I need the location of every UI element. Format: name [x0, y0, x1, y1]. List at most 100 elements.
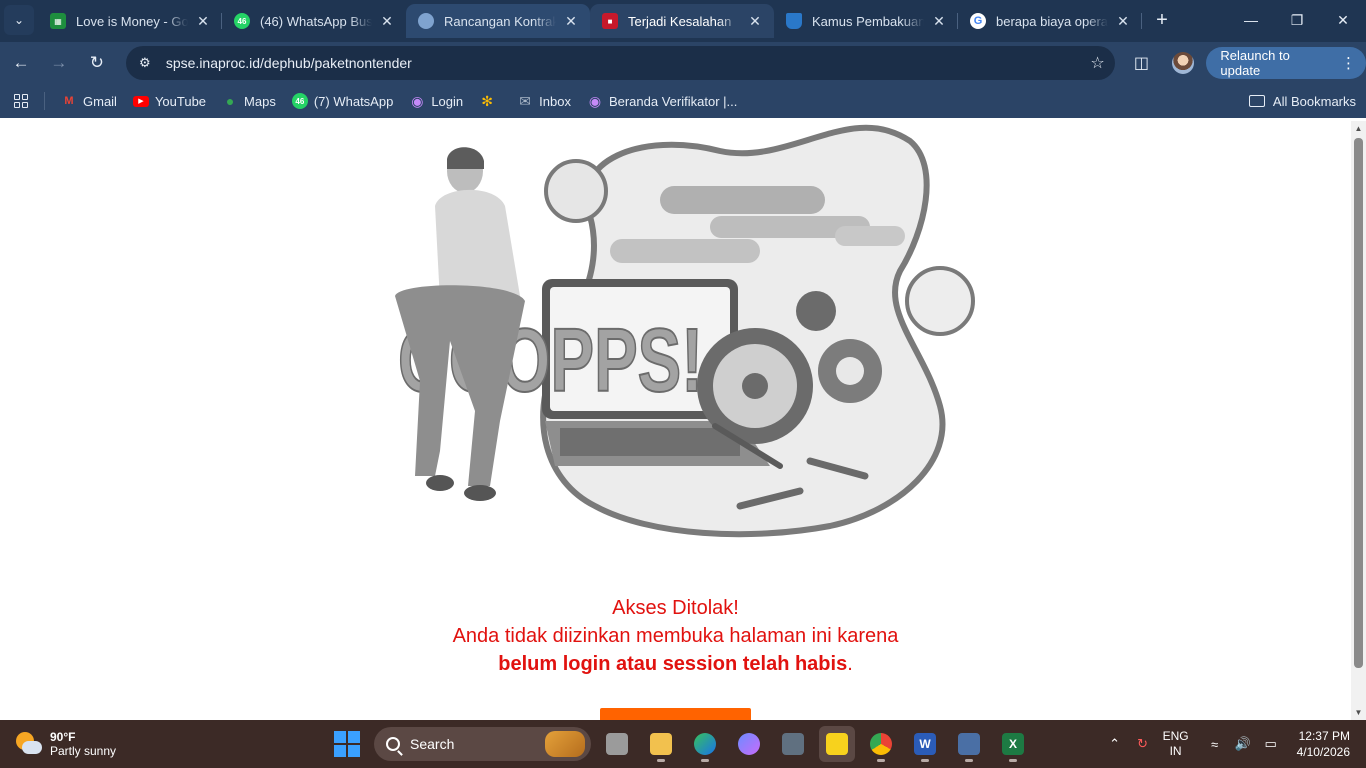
minimize-icon: —	[1244, 12, 1258, 28]
forward-button[interactable]: →	[42, 46, 76, 80]
tab-whatsapp-business[interactable]: 46 (46) WhatsApp Busin ✕	[222, 4, 406, 38]
copilot-button[interactable]	[731, 726, 767, 762]
sync-icon[interactable]: ↻	[1129, 736, 1157, 752]
close-icon[interactable]: ✕	[746, 12, 764, 30]
search-highlight-icon	[545, 731, 585, 757]
sentence-end: .	[847, 653, 853, 675]
scroll-down-icon[interactable]: ▼	[1351, 705, 1366, 720]
login-button[interactable]	[600, 708, 751, 720]
close-icon[interactable]: ✕	[562, 12, 580, 30]
book-icon	[786, 13, 802, 29]
access-denied-reason: Anda tidak diizinkan membuka halaman ini…	[452, 625, 899, 647]
person-shoe	[426, 475, 454, 491]
tab-rancangan-kontrak[interactable]: Rancangan Kontrak P ✕	[406, 4, 590, 38]
volume-icon[interactable]: 🔊	[1229, 736, 1257, 752]
edge-icon	[694, 733, 716, 755]
excel-icon: X	[1002, 733, 1024, 755]
bookmark-star-icon[interactable]: ☆	[1081, 53, 1115, 73]
scroll-up-icon[interactable]: ▲	[1351, 121, 1366, 136]
tab-love-is-money[interactable]: ▦ Love is Money - Goo ✕	[38, 4, 222, 38]
bookmark-beranda-verifikator[interactable]: ◉ Beranda Verifikator |...	[579, 87, 745, 115]
globe-icon: ◉	[411, 92, 424, 109]
gear-icon	[796, 291, 836, 331]
bookmark-inbox[interactable]: ✉ Inbox	[509, 87, 579, 115]
apps-button[interactable]	[6, 87, 36, 115]
tab-title: Love is Money - Goo	[76, 13, 188, 29]
bookmark-gmail[interactable]: M Gmail	[53, 87, 125, 115]
address-bar[interactable]: ⚙ spse.inaproc.id/dephub/paketnontender …	[125, 46, 1115, 80]
close-icon[interactable]: ✕	[194, 12, 212, 30]
scroll-thumb[interactable]	[1354, 138, 1363, 668]
tab-terjadi-kesalahan[interactable]: ■ Terjadi Kesalahan ✕	[590, 4, 774, 38]
clock-time: 12:37 PM	[1298, 729, 1350, 743]
profile-avatar[interactable]	[1172, 52, 1195, 74]
reload-button[interactable]: ↻	[80, 46, 114, 80]
all-bookmarks-button[interactable]: All Bookmarks	[1248, 94, 1356, 109]
close-icon[interactable]: ✕	[930, 12, 948, 30]
gear-icon-hub	[742, 373, 768, 399]
system-tray: ⌃ ↻ ENG IN ≈ 🔊 ▭ 12:37 PM 4/10/2026	[1101, 720, 1366, 768]
calculator-icon	[958, 733, 980, 755]
bookmark-label: Login	[431, 93, 464, 109]
clock[interactable]: 12:37 PM 4/10/2026	[1297, 728, 1350, 760]
session-expired-text: belum login atau session telah habis	[498, 653, 848, 675]
chrome-button[interactable]	[863, 726, 899, 762]
battery-icon[interactable]: ▭	[1257, 736, 1285, 752]
person-shoe	[464, 485, 496, 501]
access-denied-detail: belum login atau session telah habis.	[0, 650, 1351, 678]
site-info-icon[interactable]: ⚙	[130, 48, 160, 78]
divider	[44, 92, 45, 110]
close-icon: ✕	[1337, 11, 1349, 28]
task-view-button[interactable]	[599, 726, 635, 762]
relaunch-button[interactable]: Relaunch to update ⋮	[1206, 47, 1366, 79]
arrow-right-icon: →	[50, 53, 68, 72]
url-text[interactable]: spse.inaproc.id/dephub/paketnontender	[166, 55, 1081, 71]
chrome-icon	[870, 733, 892, 755]
close-icon[interactable]: ✕	[1114, 12, 1132, 30]
youtube-icon: ▶	[132, 93, 149, 109]
close-window-button[interactable]: ✕	[1320, 0, 1366, 40]
weather-condition: Partly sunny	[50, 744, 117, 758]
window-controls: — ❐ ✕	[1228, 0, 1366, 40]
language-indicator[interactable]: ENG IN	[1163, 729, 1189, 759]
tab-kamus-pembakuan[interactable]: Kamus Pembakuan Sl ✕	[774, 4, 958, 38]
tab-search-button[interactable]: ⌄	[4, 5, 34, 35]
word-icon: W	[914, 733, 936, 755]
bookmark-maps[interactable]: ● Maps	[214, 87, 284, 115]
tab-title: Terjadi Kesalahan	[628, 13, 732, 29]
restore-button[interactable]: ❐	[1274, 0, 1320, 40]
excel-button[interactable]: X	[995, 726, 1031, 762]
word-button[interactable]: W	[907, 726, 943, 762]
weather-widget[interactable]: 90°F Partly sunny	[14, 730, 214, 758]
page-scrollbar[interactable]: ▲ ▼	[1351, 121, 1366, 720]
restore-icon: ❐	[1290, 11, 1304, 28]
tab-berapa-biaya[interactable]: G berapa biaya operasi ✕	[958, 4, 1142, 38]
back-button[interactable]: ←	[4, 46, 38, 80]
gear-icon-hub	[836, 357, 864, 385]
wifi-icon[interactable]: ≈	[1201, 737, 1229, 752]
arrow-left-icon: ←	[12, 53, 30, 72]
new-tab-button[interactable]: +	[1148, 6, 1176, 34]
tab-strip: ⌄ ▦ Love is Money - Goo ✕ 46 (46) WhatsA…	[0, 0, 1366, 42]
extensions-icon[interactable]: ◫	[1125, 46, 1159, 80]
windows-start-icon[interactable]	[334, 731, 360, 757]
maps-icon: ●	[225, 93, 235, 109]
bookmark-whatsapp[interactable]: 46 (7) WhatsApp	[284, 87, 401, 115]
chevron-up-icon[interactable]: ⌃	[1101, 736, 1129, 752]
edge-button[interactable]	[687, 726, 723, 762]
bookmark-photos[interactable]: ✻	[471, 87, 509, 115]
minimize-button[interactable]: —	[1228, 0, 1274, 40]
calculator-button[interactable]	[951, 726, 987, 762]
keys	[560, 428, 740, 456]
file-explorer-button[interactable]	[643, 726, 679, 762]
sticky-notes-button[interactable]	[819, 726, 855, 762]
circle-shape	[905, 266, 975, 336]
camera-button[interactable]	[775, 726, 811, 762]
more-menu-icon[interactable]: ⋮	[1341, 54, 1356, 72]
bookmark-youtube[interactable]: ▶ YouTube	[125, 87, 214, 115]
relaunch-label: Relaunch to update	[1220, 48, 1290, 78]
bookmark-login[interactable]: ◉ Login	[401, 87, 471, 115]
bookmark-label: Beranda Verifikator |...	[608, 93, 738, 109]
taskbar-search[interactable]: Search	[374, 727, 591, 761]
close-icon[interactable]: ✕	[378, 12, 396, 30]
